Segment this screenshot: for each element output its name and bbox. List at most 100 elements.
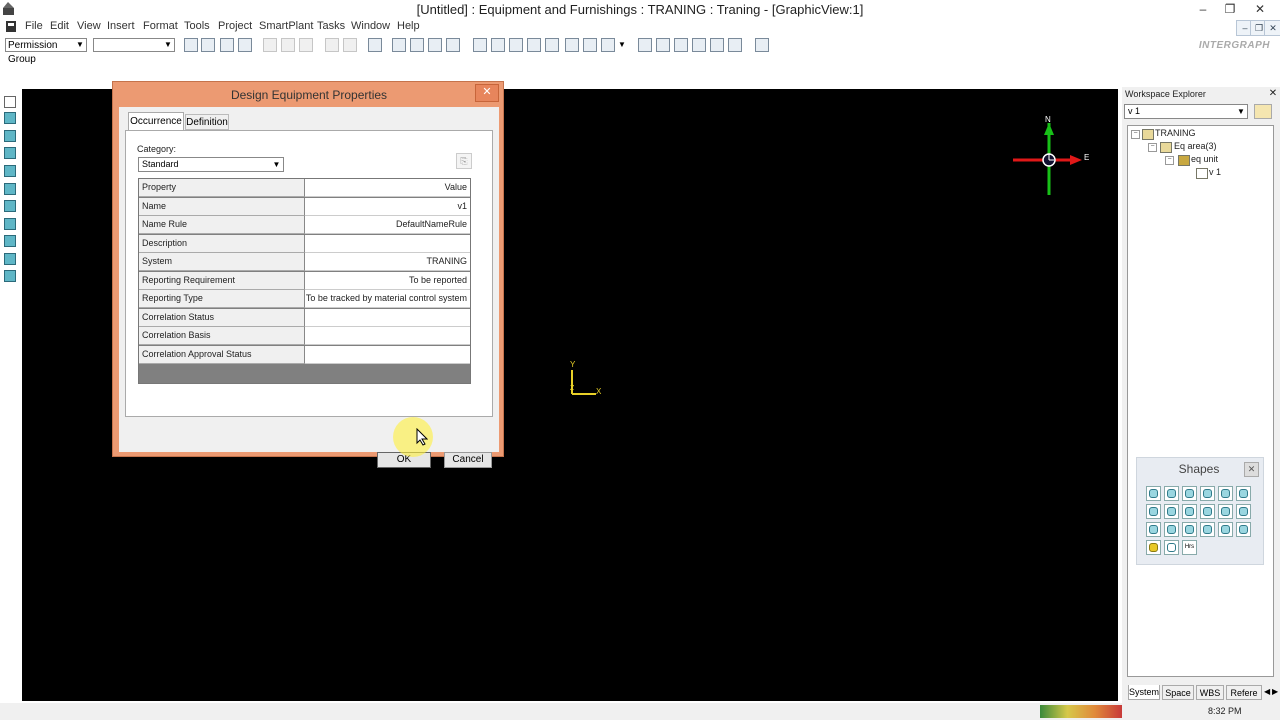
- undo-icon[interactable]: [368, 38, 382, 52]
- table-row[interactable]: Correlation Approval Status: [139, 345, 470, 364]
- table-row[interactable]: Name Rule DefaultNameRule: [139, 216, 470, 234]
- hrs-shape-icon[interactable]: Hrs: [1182, 540, 1197, 555]
- row-value[interactable]: [305, 327, 470, 345]
- pyramid-shape-icon[interactable]: [1218, 504, 1233, 519]
- place-plane-icon[interactable]: [4, 270, 16, 282]
- disk-shape-icon[interactable]: [1218, 522, 1233, 537]
- bend-shape-icon[interactable]: [1182, 522, 1197, 537]
- zoom-area-icon[interactable]: [565, 38, 579, 52]
- common-views-icon[interactable]: [491, 38, 505, 52]
- permission-group-select[interactable]: Permission Group ▼: [5, 38, 87, 65]
- help-icon[interactable]: [755, 38, 769, 52]
- tab-wbs[interactable]: WBS: [1196, 685, 1224, 700]
- restore-button[interactable]: ❐: [1219, 1, 1241, 17]
- frustum-shape-icon[interactable]: [1164, 522, 1179, 537]
- row-value[interactable]: TRANING: [305, 253, 470, 271]
- sphere-shape-icon[interactable]: [1200, 486, 1215, 501]
- ellipsoid-shape-icon[interactable]: [1218, 486, 1233, 501]
- workspace-filter-select[interactable]: v 1 ▼: [1124, 104, 1248, 119]
- category-select[interactable]: Standard ▼: [138, 157, 284, 172]
- table-row[interactable]: System TRANING: [139, 253, 470, 271]
- collapse-icon[interactable]: −: [1131, 130, 1140, 139]
- cylinder-shape-icon[interactable]: [1146, 486, 1161, 501]
- menu-window[interactable]: Window: [351, 20, 390, 32]
- table-row[interactable]: Correlation Basis: [139, 327, 470, 345]
- collapse-icon[interactable]: −: [1148, 143, 1157, 152]
- fit-icon[interactable]: [674, 38, 688, 52]
- ring-shape-icon[interactable]: [1236, 522, 1251, 537]
- elbow-shape-icon[interactable]: [1182, 504, 1197, 519]
- close-button[interactable]: ✕: [1249, 1, 1271, 17]
- menu-file[interactable]: File: [25, 20, 43, 32]
- category-edit-icon[interactable]: ⎘: [456, 153, 472, 169]
- place-design-equipment-icon[interactable]: [4, 130, 16, 142]
- torus-shape-icon[interactable]: [1164, 504, 1179, 519]
- menu-edit[interactable]: Edit: [50, 20, 69, 32]
- close-icon[interactable]: ✕: [1244, 462, 1259, 477]
- collapse-icon[interactable]: −: [1165, 156, 1174, 165]
- cancel-button[interactable]: Cancel: [444, 452, 492, 468]
- prism-shape-icon[interactable]: [1200, 504, 1215, 519]
- table-row[interactable]: Description: [139, 234, 470, 253]
- menu-view[interactable]: View: [77, 20, 101, 32]
- row-value[interactable]: To be reported: [305, 271, 470, 290]
- menu-help[interactable]: Help: [397, 20, 420, 32]
- folder-icon[interactable]: [1254, 104, 1272, 119]
- active-select[interactable]: ▼: [93, 38, 175, 52]
- tree-node-eq-area[interactable]: Eq area(3): [1174, 141, 1217, 151]
- tab-system[interactable]: System: [1128, 685, 1160, 700]
- tree-node-eq-unit[interactable]: eq unit: [1191, 154, 1218, 164]
- saddle-shape-icon[interactable]: [1200, 522, 1215, 537]
- properties-icon[interactable]: [410, 38, 424, 52]
- tab-scroll-left-icon[interactable]: ◀: [1264, 687, 1270, 696]
- zoom-icon[interactable]: [638, 38, 652, 52]
- row-value[interactable]: [305, 345, 470, 364]
- edit-icon[interactable]: [428, 38, 442, 52]
- zoom-tool-icon[interactable]: [583, 38, 597, 52]
- place-equipment-icon[interactable]: [4, 112, 16, 124]
- wedge-shape-icon[interactable]: [1146, 504, 1161, 519]
- delete-icon[interactable]: [299, 38, 313, 52]
- place-port-icon[interactable]: [4, 218, 16, 230]
- zoom-window-icon[interactable]: [692, 38, 706, 52]
- rotate-icon[interactable]: [343, 38, 357, 52]
- row-value[interactable]: [305, 308, 470, 327]
- cone-shape-icon[interactable]: [1146, 540, 1161, 555]
- chevron-down-icon[interactable]: ▼: [618, 40, 626, 49]
- menu-tasks[interactable]: Tasks: [317, 20, 345, 32]
- move-icon[interactable]: [325, 38, 339, 52]
- dome-shape-icon[interactable]: [1164, 486, 1179, 501]
- box-shape-icon[interactable]: [1236, 486, 1251, 501]
- table-row[interactable]: Reporting Type To be tracked by material…: [139, 290, 470, 308]
- semi-elliptical-head-icon[interactable]: [1182, 486, 1197, 501]
- menu-project[interactable]: Project: [218, 20, 252, 32]
- row-value[interactable]: DefaultNameRule: [305, 216, 470, 234]
- cube-shape-icon[interactable]: [1146, 522, 1161, 537]
- zoom-extents-icon[interactable]: [710, 38, 724, 52]
- open-icon[interactable]: [201, 38, 215, 52]
- zoom-previous-icon[interactable]: [728, 38, 742, 52]
- copy-icon[interactable]: [263, 38, 277, 52]
- menu-tools[interactable]: Tools: [184, 20, 210, 32]
- place-furnishing-icon[interactable]: [4, 253, 16, 265]
- minimize-button[interactable]: –: [1192, 1, 1214, 17]
- save-icon[interactable]: [220, 38, 234, 52]
- paste-icon[interactable]: [281, 38, 295, 52]
- dialog-close-button[interactable]: ✕: [475, 84, 499, 102]
- menu-smartplant[interactable]: SmartPlant: [259, 20, 313, 32]
- spiral-shape-icon[interactable]: [1164, 540, 1179, 555]
- new-icon[interactable]: [184, 38, 198, 52]
- row-value[interactable]: To be tracked by material control system: [305, 290, 470, 308]
- table-row[interactable]: Reporting Requirement To be reported: [139, 271, 470, 290]
- tree-node-v1[interactable]: v 1: [1209, 167, 1221, 177]
- table-row[interactable]: Correlation Status: [139, 308, 470, 327]
- close-icon[interactable]: ✕: [1268, 88, 1278, 99]
- refresh-icon[interactable]: [238, 38, 252, 52]
- place-foundation-icon[interactable]: [4, 165, 16, 177]
- place-control-point-icon[interactable]: [4, 235, 16, 247]
- tab-reference[interactable]: Refere: [1226, 685, 1262, 700]
- place-shape-icon[interactable]: [4, 183, 16, 195]
- select-arrow-icon[interactable]: [4, 96, 16, 108]
- transition-shape-icon[interactable]: [1236, 504, 1251, 519]
- table-row[interactable]: Name v1: [139, 197, 470, 216]
